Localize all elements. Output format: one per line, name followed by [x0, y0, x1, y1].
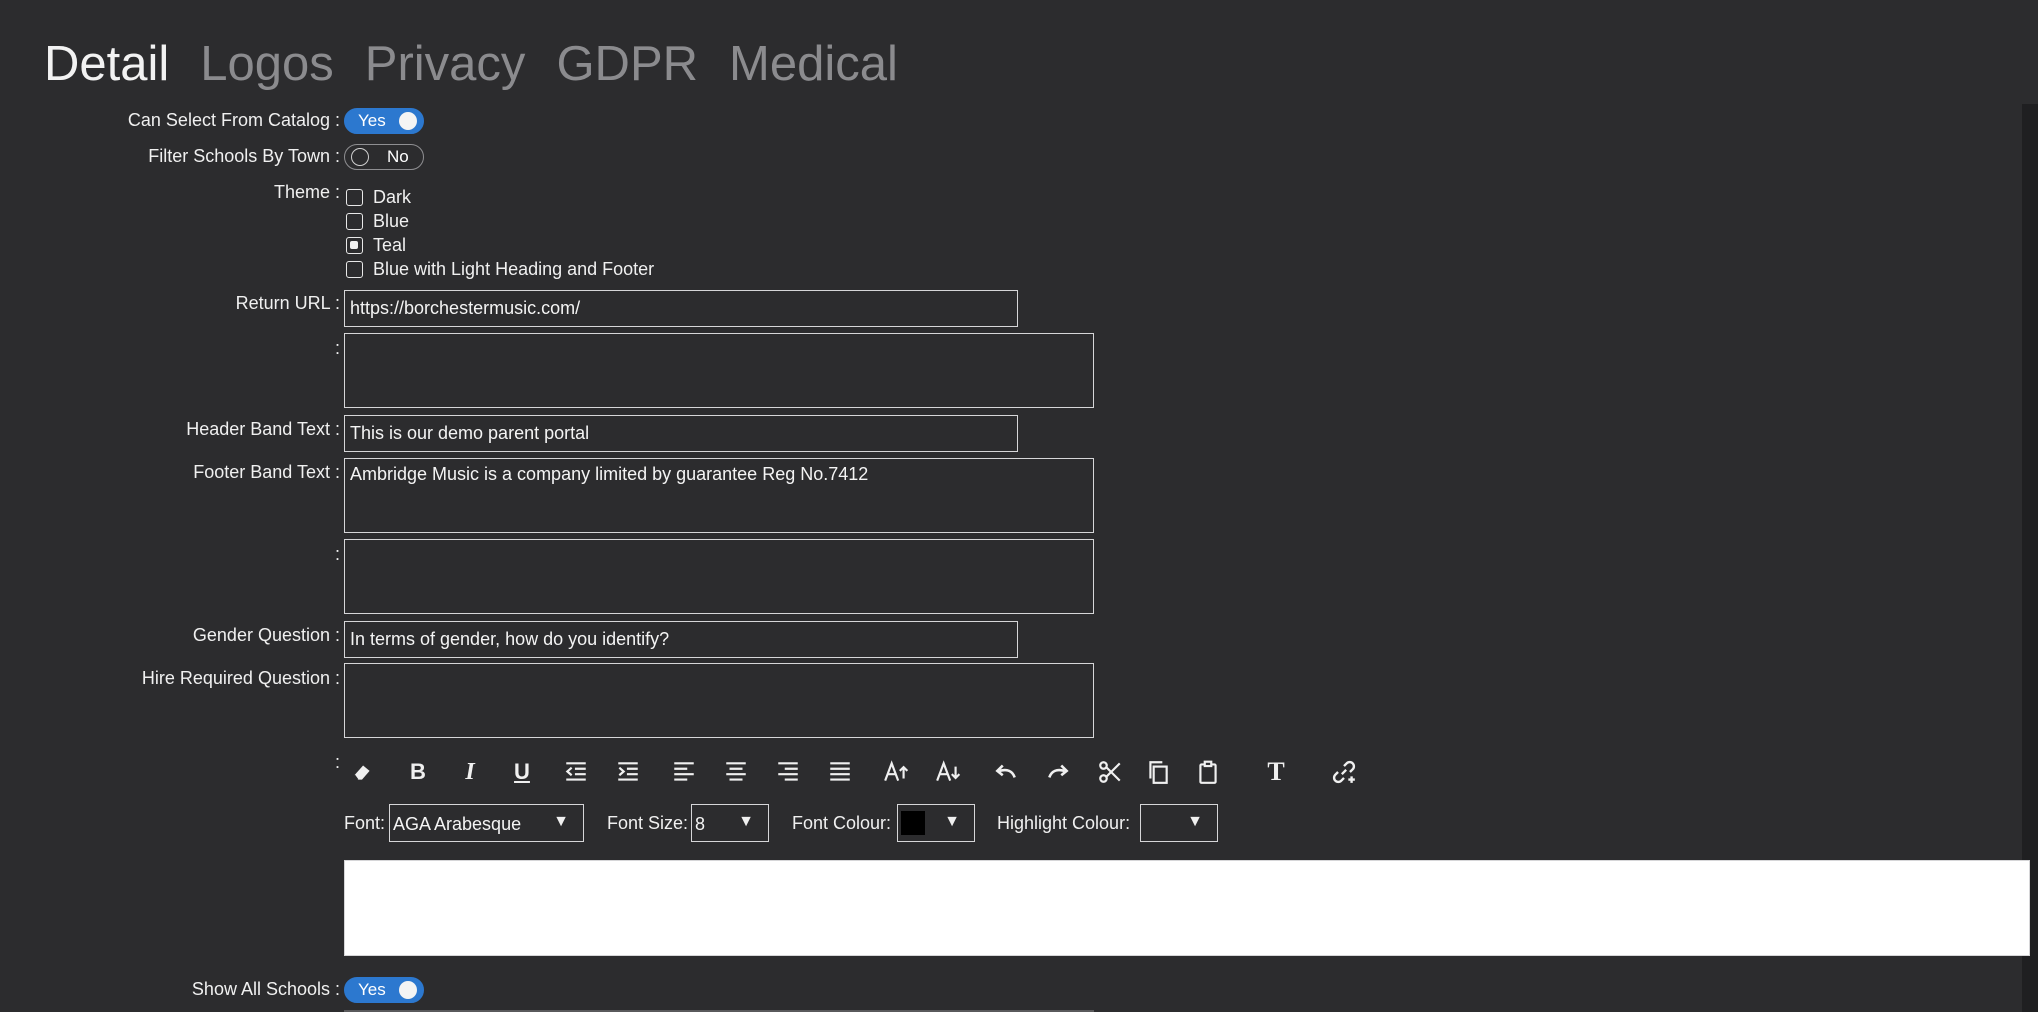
font-dropdown[interactable]: AGA Arabesque ▼: [389, 804, 584, 842]
rich-text-label: :: [334, 752, 340, 772]
chevron-down-icon: ▼: [553, 813, 569, 830]
align-center-icon[interactable]: [718, 754, 754, 790]
footer-band-textarea[interactable]: Ambridge Music is a company limited by g…: [344, 458, 1094, 533]
hire-required-textarea[interactable]: [344, 663, 1094, 738]
unnamed-textarea-2[interactable]: [344, 539, 1094, 614]
theme-option-dark[interactable]: Dark: [346, 185, 654, 209]
tab-bar: Detail Logos Privacy GDPR Medical: [44, 32, 898, 96]
tab-gdpr[interactable]: GDPR: [556, 32, 698, 96]
theme-option-label: Blue: [373, 210, 410, 231]
checkbox[interactable]: [346, 236, 363, 254]
theme-option-label: Teal: [373, 234, 407, 255]
align-left-icon[interactable]: [666, 754, 702, 790]
font-colour-dropdown[interactable]: ▼: [897, 804, 975, 842]
toggle-text: Yes: [358, 111, 386, 130]
theme-option-blue-light[interactable]: Blue with Light Heading and Footer: [346, 257, 654, 281]
header-band-label: Header Band Text :: [186, 419, 340, 439]
bold-icon[interactable]: B: [400, 754, 436, 790]
font-size-increase-icon[interactable]: [878, 754, 914, 790]
show-all-schools-label: Show All Schools :: [191, 979, 340, 999]
checkbox[interactable]: [346, 188, 363, 206]
font-size-label: Font Size:: [607, 813, 689, 833]
chevron-down-icon: ▼: [944, 813, 960, 830]
justify-icon[interactable]: [822, 754, 858, 790]
theme-option-teal[interactable]: Teal: [346, 233, 654, 257]
can-select-catalog-toggle[interactable]: Yes: [344, 108, 424, 134]
font-size-value: 8: [695, 814, 706, 834]
underline-icon[interactable]: U: [504, 754, 540, 790]
highlight-colour-dropdown[interactable]: ▼: [1140, 804, 1218, 842]
theme-option-label: Blue with Light Heading and Footer: [373, 258, 655, 279]
unnamed-textarea-1[interactable]: [344, 333, 1094, 408]
return-url-label: Return URL :: [235, 293, 340, 313]
header-band-input[interactable]: [344, 415, 1018, 452]
font-colour-label: Font Colour:: [792, 813, 892, 833]
filter-schools-toggle[interactable]: No: [344, 144, 424, 170]
gender-question-label: Gender Question :: [192, 625, 340, 645]
toggle-text: No: [387, 147, 409, 166]
italic-icon[interactable]: I: [452, 754, 488, 790]
indent-icon[interactable]: [610, 754, 646, 790]
editor-toolbar: B I U T: [344, 754, 1424, 790]
toggle-knob: [399, 112, 417, 130]
theme-option-label: Dark: [373, 186, 412, 207]
link-icon[interactable]: [1326, 754, 1362, 790]
font-colour-swatch: [901, 811, 925, 835]
toggle-knob: [399, 981, 417, 999]
theme-label: Theme :: [273, 182, 340, 202]
toggle-knob: [351, 148, 369, 166]
hire-required-label: Hire Required Question :: [141, 668, 340, 688]
theme-option-blue[interactable]: Blue: [346, 209, 654, 233]
cut-icon[interactable]: [1092, 754, 1128, 790]
undo-icon[interactable]: [988, 754, 1024, 790]
eraser-icon[interactable]: [344, 754, 380, 790]
align-right-icon[interactable]: [770, 754, 806, 790]
clear-format-icon[interactable]: T: [1258, 754, 1294, 790]
rich-text-editor[interactable]: [344, 860, 2030, 956]
font-value: AGA Arabesque: [393, 814, 522, 834]
copy-icon[interactable]: [1140, 754, 1176, 790]
checkbox[interactable]: [346, 212, 363, 230]
tab-medical[interactable]: Medical: [729, 32, 898, 96]
redo-icon[interactable]: [1040, 754, 1076, 790]
checkbox[interactable]: [346, 260, 363, 278]
return-url-input[interactable]: [344, 290, 1018, 327]
paste-icon[interactable]: [1190, 754, 1226, 790]
unnamed-field-label: :: [334, 544, 340, 564]
theme-options: Dark Blue Teal Blue with Light Heading a…: [346, 185, 654, 281]
font-size-dropdown[interactable]: 8 ▼: [691, 804, 769, 842]
font-size-decrease-icon[interactable]: [930, 754, 966, 790]
gender-question-input[interactable]: [344, 621, 1018, 658]
unnamed-field-label: :: [334, 338, 340, 358]
footer-band-label: Footer Band Text :: [193, 462, 340, 482]
filter-schools-label: Filter Schools By Town :: [148, 146, 340, 166]
outdent-icon[interactable]: [558, 754, 594, 790]
tab-detail[interactable]: Detail: [44, 32, 169, 96]
tab-logos[interactable]: Logos: [200, 32, 334, 96]
font-label: Font:: [344, 813, 386, 833]
highlight-colour-label: Highlight Colour:: [997, 813, 1131, 833]
chevron-down-icon: ▼: [1187, 813, 1203, 830]
chevron-down-icon: ▼: [738, 813, 754, 830]
can-select-catalog-label: Can Select From Catalog :: [127, 110, 340, 130]
toggle-text: Yes: [358, 980, 386, 999]
tab-privacy[interactable]: Privacy: [365, 32, 526, 96]
show-all-schools-toggle[interactable]: Yes: [344, 977, 424, 1003]
